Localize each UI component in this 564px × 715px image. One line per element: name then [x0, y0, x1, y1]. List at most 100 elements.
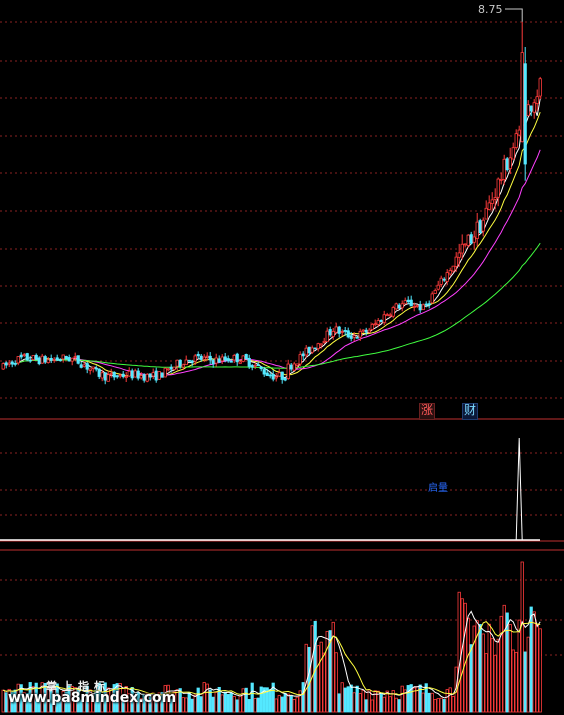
volume-bar-up [526, 636, 530, 713]
volume-bar-up [361, 689, 365, 713]
candle-up [373, 323, 377, 326]
candle-up [238, 361, 242, 364]
candle-up [538, 78, 542, 97]
volume-bar-down [442, 699, 446, 713]
candle-down [142, 374, 146, 381]
candle-up [511, 147, 515, 160]
candle-up [193, 355, 197, 362]
candle-up [496, 178, 500, 198]
candle-up [166, 368, 170, 371]
volume-bar-up [487, 623, 491, 713]
volume-bar-up [340, 682, 344, 713]
volume-bar-down [346, 686, 350, 713]
candle-down [121, 373, 125, 377]
volume-bar-up [277, 695, 281, 713]
stock-chart [0, 8, 564, 713]
volume-bar-down [349, 684, 353, 713]
candle-down [28, 359, 32, 362]
candle-down [58, 359, 62, 362]
candle-up [241, 355, 245, 362]
candle-down [355, 336, 359, 339]
volume-bar-up [499, 615, 503, 713]
volume-bar-up [439, 697, 443, 713]
volume-bar-up [232, 696, 236, 713]
candle-down [343, 330, 347, 332]
candle-up [31, 355, 35, 360]
candle-down [523, 63, 527, 165]
candle-up [16, 356, 20, 364]
candle-up [475, 221, 479, 239]
candle-up [172, 366, 176, 370]
volume-bar-up [433, 699, 437, 713]
candle-up [331, 330, 335, 337]
candle-up [403, 300, 407, 305]
volume-bar-down [250, 682, 254, 713]
volume-bar-down [244, 687, 248, 713]
volume-bar-down [343, 687, 347, 713]
candle-down [199, 355, 203, 360]
candle-down [409, 299, 413, 307]
volume-bar-down [268, 689, 272, 713]
volume-bar-down [187, 692, 191, 713]
candle-up [46, 359, 50, 364]
volume-bar-down [226, 694, 230, 713]
volume-bar-up [286, 693, 290, 713]
watermark-url: www.pa8mindex.com [8, 690, 177, 706]
cai-badge[interactable]: 财 [462, 403, 478, 420]
volume-bar-up [493, 654, 497, 713]
candle-up [40, 355, 44, 364]
candle-down [94, 367, 98, 370]
candle-down [301, 353, 305, 357]
candle-up [514, 133, 518, 148]
volume-bar-up [205, 683, 209, 713]
candle-up [520, 52, 524, 143]
candle-up [430, 293, 434, 304]
volume-bar-up [514, 651, 518, 713]
candle-down [397, 304, 401, 309]
volume-bar-up [334, 652, 338, 713]
zhang-badge[interactable]: 涨 [419, 403, 435, 420]
volume-bar-down [199, 696, 203, 713]
volume-bar-down [196, 687, 200, 713]
volume-bar-up [253, 698, 257, 713]
candle-up [82, 364, 86, 367]
volume-bar-up [508, 624, 512, 713]
candle-up [295, 363, 299, 366]
volume-bar-down [208, 689, 212, 713]
candle-down [364, 329, 368, 333]
candle-down [169, 366, 173, 370]
candle-up [175, 359, 179, 367]
volume-bar-down [301, 682, 305, 713]
volume-bar-up [451, 695, 455, 713]
volume-bar-up [352, 692, 356, 713]
volume-bar-up [472, 625, 476, 713]
price-grid [0, 8, 564, 656]
candle-up [214, 357, 218, 364]
candle-up [382, 314, 386, 323]
volume-bar-up [220, 694, 224, 713]
candle-up [184, 359, 188, 366]
candle-up [361, 329, 365, 332]
candle-up [325, 330, 329, 343]
candle-up [487, 202, 491, 210]
candle-up [400, 303, 404, 309]
candle-down [79, 364, 83, 368]
volume-bar-up [295, 696, 299, 713]
volume-bar-down [190, 698, 194, 713]
candle-up [484, 207, 488, 220]
candle-down [346, 330, 350, 338]
candle-down [10, 361, 14, 365]
candle-up [508, 157, 512, 170]
candle-up [412, 306, 416, 308]
volume-bar-up [358, 693, 362, 713]
candle-down [112, 371, 116, 378]
volume-bar-up [322, 652, 326, 713]
candle-down [406, 299, 410, 303]
candle-up [499, 178, 503, 181]
max-price-label: 8.75 [478, 3, 503, 16]
candle-up [145, 373, 149, 382]
candle-up [88, 368, 92, 371]
candle-up [493, 197, 497, 200]
candle-up [202, 356, 206, 360]
candle-up [439, 277, 443, 285]
